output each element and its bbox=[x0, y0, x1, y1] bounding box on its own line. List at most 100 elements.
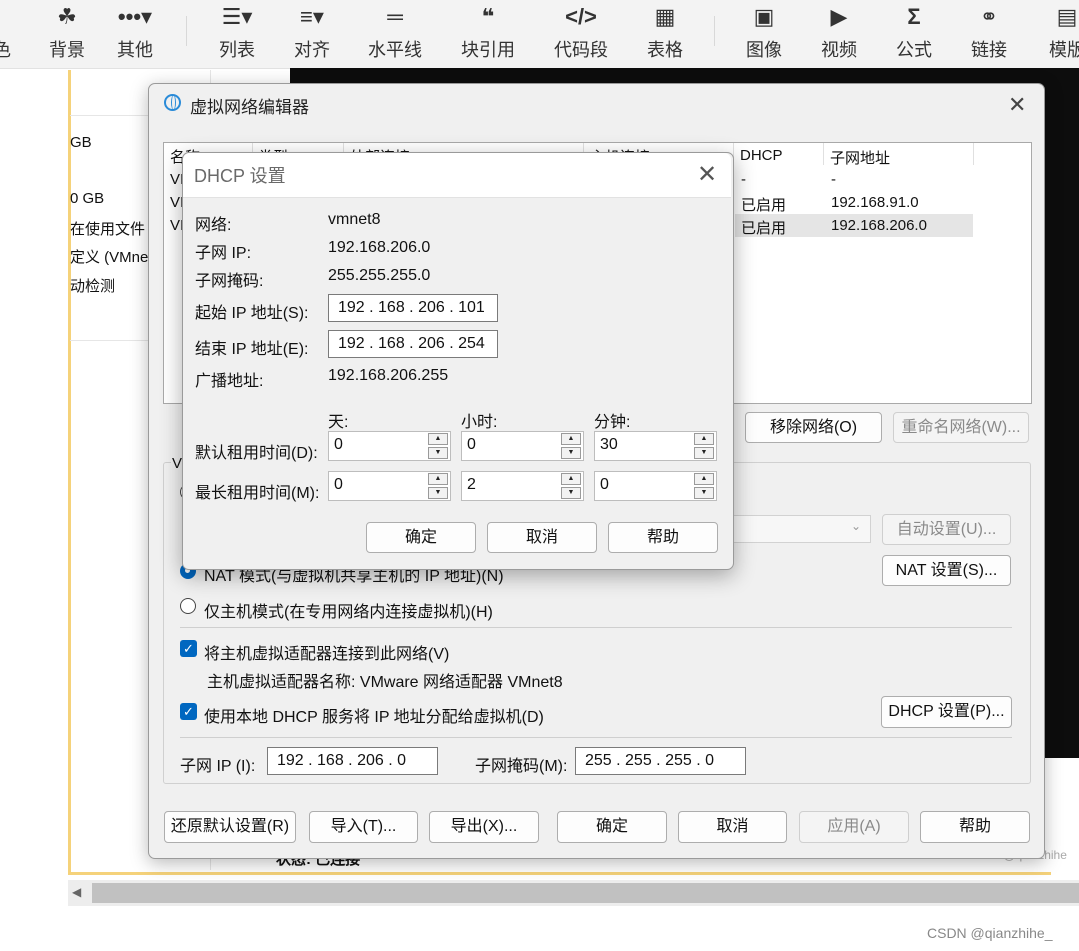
background-text: GB bbox=[70, 134, 92, 151]
subnet-ip-input[interactable]: 192 . 168 . 206 . 0 bbox=[267, 747, 438, 775]
host-only-radio[interactable] bbox=[180, 598, 196, 614]
row-subnet: 192.168.91.0 bbox=[831, 194, 919, 211]
minutes-header: 分钟: bbox=[594, 414, 631, 431]
toolbar-item-partial[interactable]: 色 bbox=[0, 0, 12, 68]
toolbar-label: 表格 bbox=[647, 40, 683, 60]
close-icon[interactable]: ✕ bbox=[1008, 92, 1026, 118]
stepper-down-icon[interactable]: ▼ bbox=[428, 447, 448, 459]
toolbar-item-code[interactable]: </> 代码段 bbox=[552, 0, 610, 68]
restore-defaults-button[interactable]: 还原默认设置(R) bbox=[164, 811, 296, 843]
dhcp-help-button[interactable]: 帮助 bbox=[608, 522, 718, 553]
dhcp-settings-dialog bbox=[182, 152, 734, 570]
subnet-mask-label: 子网掩码: bbox=[195, 273, 264, 290]
days-header: 天: bbox=[328, 414, 349, 431]
stepper-down-icon[interactable]: ▼ bbox=[694, 447, 714, 459]
stepper-down-icon[interactable]: ▼ bbox=[561, 487, 581, 499]
stepper-value[interactable]: 0 bbox=[334, 436, 343, 454]
connect-adapter-label[interactable]: 将主机虚拟适配器连接到此网络(V) bbox=[204, 640, 449, 664]
toolbar-item-align[interactable]: ≡▾ 对齐 bbox=[289, 0, 335, 68]
stepper-down-icon[interactable]: ▼ bbox=[428, 487, 448, 499]
export-button[interactable]: 导出(X)... bbox=[429, 811, 539, 843]
background-text: 在使用文件 bbox=[70, 221, 146, 238]
row-dhcp: - bbox=[741, 171, 746, 188]
stepper-value[interactable]: 30 bbox=[600, 436, 618, 454]
scroll-left-icon[interactable]: ◀ bbox=[72, 885, 81, 899]
stepper-down-icon[interactable]: ▼ bbox=[694, 487, 714, 499]
help-button[interactable]: 帮助 bbox=[920, 811, 1030, 843]
stepper-up-icon[interactable]: ▲ bbox=[561, 473, 581, 485]
toolbar-item-video[interactable]: ▶ 视频 bbox=[816, 0, 862, 68]
start-ip-label: 起始 IP 地址(S): bbox=[195, 305, 309, 322]
remove-network-button[interactable]: 移除网络(O) bbox=[745, 412, 882, 443]
stepper-up-icon[interactable]: ▲ bbox=[694, 433, 714, 445]
more-icon: •••▾ bbox=[117, 4, 153, 29]
toolbar-label: 其他 bbox=[117, 40, 153, 60]
toolbar-item-image[interactable]: ▣ 图像 bbox=[741, 0, 787, 68]
toolbar-item-quote[interactable]: ❝ 块引用 bbox=[459, 0, 517, 68]
network-label: 网络: bbox=[195, 217, 232, 234]
default-lease-minutes-stepper[interactable]: 30 ▲ ▼ bbox=[594, 431, 717, 461]
toolbar-item-table[interactable]: ▦ 表格 bbox=[642, 0, 688, 68]
stepper-value[interactable]: 0 bbox=[467, 436, 476, 454]
stepper-up-icon[interactable]: ▲ bbox=[561, 433, 581, 445]
stepper-up-icon[interactable]: ▲ bbox=[694, 473, 714, 485]
stepper-up-icon[interactable]: ▲ bbox=[428, 433, 448, 445]
ok-button[interactable]: 确定 bbox=[557, 811, 667, 843]
toolbar-label: 链接 bbox=[971, 40, 1007, 60]
stepper-value[interactable]: 0 bbox=[334, 476, 343, 494]
import-button[interactable]: 导入(T)... bbox=[309, 811, 418, 843]
toolbar-label: 图像 bbox=[746, 40, 782, 60]
template-icon: ▤ bbox=[1056, 4, 1078, 29]
toolbar-divider bbox=[186, 16, 187, 46]
column-header-subnet[interactable]: 子网地址 bbox=[830, 147, 890, 168]
dhcp-cancel-button[interactable]: 取消 bbox=[487, 522, 597, 553]
dhcp-ok-button[interactable]: 确定 bbox=[366, 522, 476, 553]
subnet-ip-label: 子网 IP (I): bbox=[180, 758, 256, 775]
nat-settings-button[interactable]: NAT 设置(S)... bbox=[882, 555, 1011, 586]
toolbar-item-link[interactable]: ⚭ 链接 bbox=[966, 0, 1012, 68]
use-dhcp-label[interactable]: 使用本地 DHCP 服务将 IP 地址分配给虚拟机(D) bbox=[204, 703, 544, 727]
dhcp-settings-button[interactable]: DHCP 设置(P)... bbox=[881, 696, 1012, 728]
auto-settings-button[interactable]: 自动设置(U)... bbox=[882, 514, 1011, 545]
toolbar-item-list[interactable]: ☰▾ 列表 bbox=[214, 0, 260, 68]
stepper-value[interactable]: 2 bbox=[467, 476, 476, 494]
watermark-text: CSDN @qianzhihe_ bbox=[927, 925, 1053, 941]
max-lease-hours-stepper[interactable]: 2 ▲ ▼ bbox=[461, 471, 584, 501]
toolbar-item-formula[interactable]: Σ 公式 bbox=[891, 0, 937, 68]
use-dhcp-checkbox[interactable]: ✓ bbox=[180, 703, 197, 720]
background-text: 动检测 bbox=[70, 278, 116, 295]
toolbar-divider bbox=[714, 16, 715, 46]
row-subnet: - bbox=[831, 171, 836, 188]
dialog-title: 虚拟网络编辑器 bbox=[190, 98, 309, 117]
close-icon[interactable]: ✕ bbox=[697, 160, 717, 189]
stepper-value[interactable]: 0 bbox=[600, 476, 609, 494]
toolbar-item-more[interactable]: •••▾ 其他 bbox=[112, 0, 158, 68]
default-lease-days-stepper[interactable]: 0 ▲ ▼ bbox=[328, 431, 451, 461]
start-ip-input[interactable]: 192 . 168 . 206 . 101 bbox=[328, 294, 498, 322]
max-lease-days-stepper[interactable]: 0 ▲ ▼ bbox=[328, 471, 451, 501]
video-icon: ▶ bbox=[830, 4, 848, 29]
cancel-button[interactable]: 取消 bbox=[678, 811, 787, 843]
toolbar-item-background[interactable]: ☘ 背景 bbox=[44, 0, 90, 68]
column-header-dhcp[interactable]: DHCP bbox=[740, 147, 783, 164]
connect-adapter-checkbox[interactable]: ✓ bbox=[180, 640, 197, 657]
apply-button[interactable]: 应用(A) bbox=[799, 811, 909, 843]
end-ip-input[interactable]: 192 . 168 . 206 . 254 bbox=[328, 330, 498, 358]
default-lease-label: 默认租用时间(D): bbox=[195, 445, 318, 462]
scrollbar-thumb[interactable] bbox=[92, 883, 1079, 903]
bridge-adapter-select[interactable] bbox=[717, 515, 871, 543]
host-only-label[interactable]: 仅主机模式(在专用网络内连接虚拟机)(H) bbox=[204, 598, 493, 622]
column-divider bbox=[823, 143, 824, 165]
table-icon: ▦ bbox=[654, 4, 676, 29]
max-lease-minutes-stepper[interactable]: 0 ▲ ▼ bbox=[594, 471, 717, 501]
network-value: vmnet8 bbox=[328, 211, 381, 228]
toolbar-item-template[interactable]: ▤ 模版 bbox=[1044, 0, 1079, 68]
stepper-up-icon[interactable]: ▲ bbox=[428, 473, 448, 485]
rename-network-button[interactable]: 重命名网络(W)... bbox=[893, 412, 1029, 443]
default-lease-hours-stepper[interactable]: 0 ▲ ▼ bbox=[461, 431, 584, 461]
link-icon: ⚭ bbox=[979, 4, 999, 29]
stepper-down-icon[interactable]: ▼ bbox=[561, 447, 581, 459]
toolbar-item-horizontal-line[interactable]: ═ 水平线 bbox=[366, 0, 424, 68]
subnet-mask-input[interactable]: 255 . 255 . 255 . 0 bbox=[575, 747, 746, 775]
code-icon: </> bbox=[565, 4, 597, 29]
